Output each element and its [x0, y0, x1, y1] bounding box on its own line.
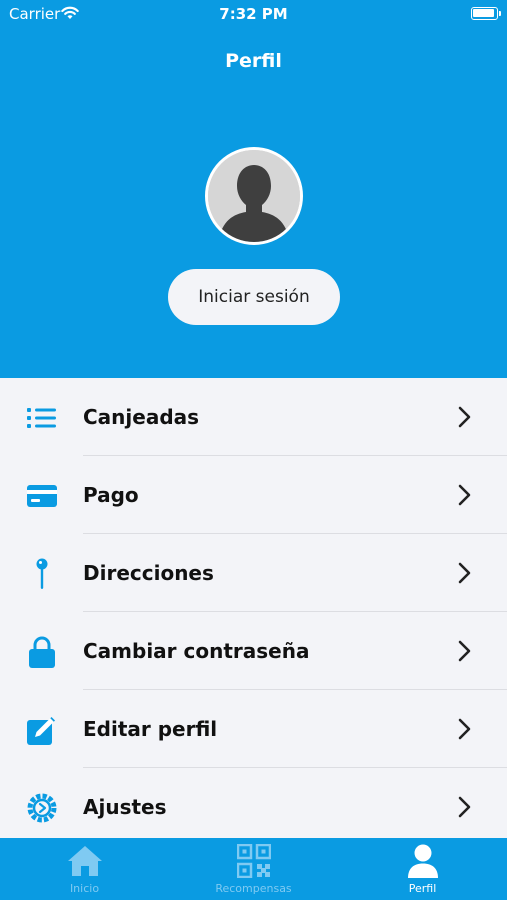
user-silhouette-icon [208, 150, 300, 242]
chevron-right-icon [456, 639, 474, 663]
menu-item-label: Canjeadas [83, 405, 200, 429]
page-title: Perfil [225, 50, 282, 72]
tab-label: Perfil [408, 882, 437, 895]
chevron-right-icon [456, 561, 474, 585]
user-icon [405, 844, 441, 878]
chevron-right-icon [456, 795, 474, 819]
tab-inicio[interactable]: Inicio [0, 838, 169, 900]
menu-item-label: Pago [83, 483, 139, 507]
status-bar: Carrier 7:32 PM [0, 0, 507, 28]
avatar[interactable] [205, 147, 303, 245]
menu-item-canjeadas[interactable]: Canjeadas [0, 378, 507, 456]
menu-item-label: Direcciones [83, 561, 214, 585]
tab-recompensas[interactable]: Recompensas [169, 838, 338, 900]
profile-menu: Canjeadas Pago Direcciones Cambiar contr… [0, 378, 507, 846]
menu-item-editar-perfil[interactable]: Editar perfil [0, 690, 507, 768]
menu-item-label: Cambiar contraseña [83, 639, 310, 663]
edit-icon [24, 712, 60, 748]
menu-item-label: Editar perfil [83, 717, 218, 741]
credit-card-icon [24, 478, 60, 514]
home-icon [67, 844, 103, 878]
menu-item-ajustes[interactable]: Ajustes [0, 768, 507, 846]
pin-icon [24, 556, 60, 592]
tab-perfil[interactable]: Perfil [338, 838, 507, 900]
qr-code-icon [236, 844, 272, 878]
login-button[interactable]: Iniciar sesión [168, 269, 340, 325]
chevron-right-icon [456, 717, 474, 741]
battery-icon [471, 7, 501, 20]
menu-item-pago[interactable]: Pago [0, 456, 507, 534]
list-icon [24, 400, 60, 436]
settings-icon [24, 790, 60, 826]
chevron-right-icon [456, 483, 474, 507]
menu-item-direcciones[interactable]: Direcciones [0, 534, 507, 612]
menu-item-cambiar-contrasena[interactable]: Cambiar contraseña [0, 612, 507, 690]
chevron-right-icon [456, 405, 474, 429]
tab-label: Inicio [69, 882, 100, 895]
tab-bar: Inicio Recompensas Perfil [0, 838, 507, 900]
menu-item-label: Ajustes [83, 795, 167, 819]
tab-label: Recompensas [215, 882, 292, 895]
clock: 7:32 PM [219, 5, 288, 23]
lock-icon [24, 634, 60, 670]
profile-header: Carrier 7:32 PM Perfil Iniciar sesión [0, 0, 507, 378]
